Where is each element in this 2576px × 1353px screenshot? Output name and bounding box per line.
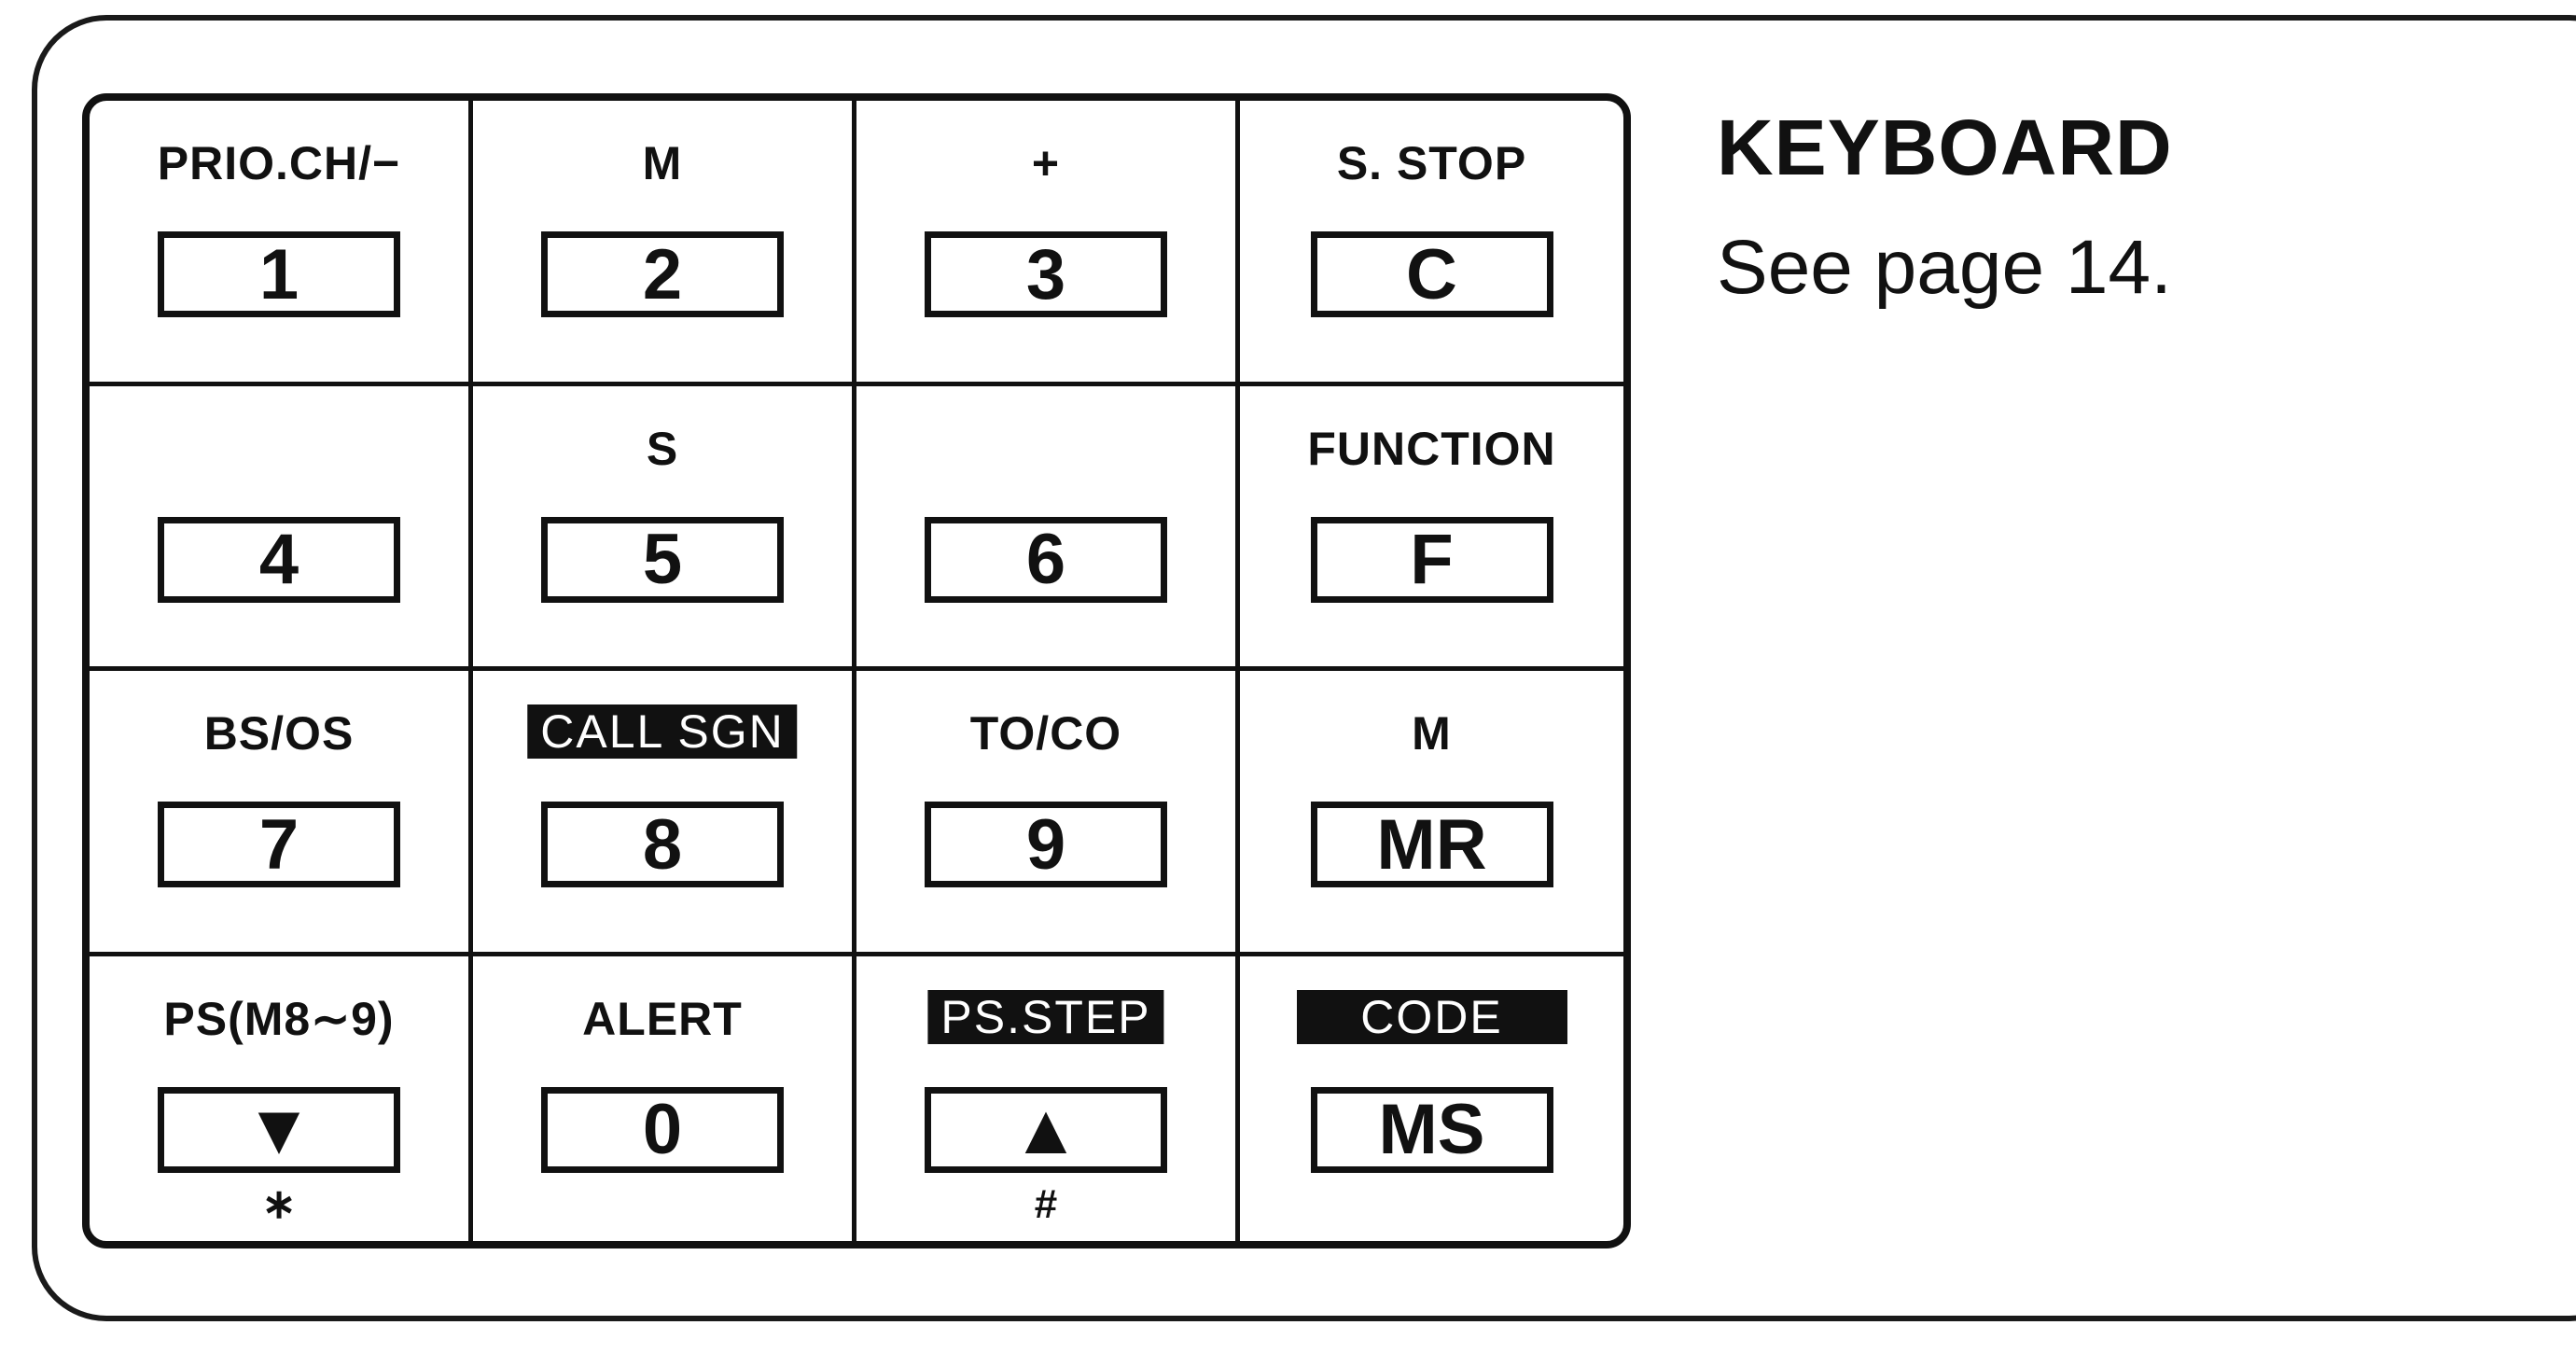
page-reference: See page 14. — [1717, 225, 2172, 310]
key-0[interactable]: 0 — [541, 1086, 784, 1173]
key-4[interactable]: 4 — [158, 516, 400, 603]
key-cell-f[interactable]: FUNCTION F — [1240, 386, 1623, 671]
key-cell-4[interactable]: 4 — [90, 385, 473, 671]
key-9[interactable]: 9 — [925, 802, 1167, 887]
function-label: M — [1412, 707, 1452, 760]
section-title: KEYBOARD — [1717, 104, 2173, 191]
function-label: ALERT — [582, 992, 743, 1045]
key-cell-ms[interactable]: CODE MS — [1240, 956, 1623, 1242]
function-label-inverted: PS.STEP — [927, 989, 1164, 1044]
key-c[interactable]: C — [1310, 231, 1553, 317]
key-cell-mr[interactable]: M MR — [1240, 671, 1623, 956]
key-cell-down[interactable]: PS(M8∼9) ▼ ∗ — [90, 955, 473, 1241]
key-cell-up[interactable]: PS.STEP ▲ # — [856, 955, 1240, 1241]
key-down-arrow[interactable]: ▼ — [158, 1086, 400, 1173]
key-5[interactable]: 5 — [541, 516, 784, 603]
function-label: M — [642, 137, 683, 189]
key-6[interactable]: 6 — [925, 516, 1167, 603]
key-f[interactable]: F — [1310, 516, 1553, 603]
key-cell-0[interactable]: ALERT 0 — [473, 955, 856, 1241]
key-mr[interactable]: MR — [1310, 802, 1553, 887]
key-up-arrow[interactable]: ▲ — [925, 1086, 1167, 1173]
key-cell-c[interactable]: S. STOP C — [1240, 101, 1623, 386]
key-7[interactable]: 7 — [158, 802, 400, 887]
hash-label: # — [1034, 1181, 1058, 1227]
asterisk-label: ∗ — [261, 1181, 297, 1227]
function-label: PS(M8∼9) — [163, 992, 395, 1045]
key-cell-5[interactable]: S 5 — [473, 385, 856, 671]
key-1[interactable]: 1 — [158, 231, 400, 317]
function-label: FUNCTION — [1307, 422, 1556, 475]
key-cell-1[interactable]: PRIO.CH/− 1 — [90, 101, 473, 386]
key-cell-7[interactable]: BS/OS 7 — [90, 671, 473, 956]
key-cell-2[interactable]: M 2 — [473, 101, 856, 386]
function-label: S — [646, 422, 679, 475]
function-label-inverted: CODE — [1296, 989, 1567, 1044]
key-cell-6[interactable]: 6 — [856, 385, 1240, 671]
key-8[interactable]: 8 — [541, 802, 784, 887]
function-label: + — [1031, 137, 1061, 189]
key-cell-8[interactable]: CALL SGN 8 — [473, 671, 856, 956]
keyboard-panel: PRIO.CH/− 1 M 2 + 3 S. STOP C 4 S 5 6 FU… — [82, 93, 1631, 1248]
key-2[interactable]: 2 — [541, 231, 784, 317]
function-label: S. STOP — [1336, 137, 1527, 189]
function-label-inverted: CALL SGN — [527, 704, 798, 759]
function-label: TO/CO — [969, 707, 1122, 760]
key-cell-9[interactable]: TO/CO 9 — [856, 671, 1240, 956]
key-cell-3[interactable]: + 3 — [856, 101, 1240, 386]
key-3[interactable]: 3 — [925, 231, 1167, 317]
key-ms[interactable]: MS — [1310, 1086, 1553, 1173]
function-label: PRIO.CH/− — [157, 137, 401, 189]
function-label: BS/OS — [203, 707, 355, 760]
